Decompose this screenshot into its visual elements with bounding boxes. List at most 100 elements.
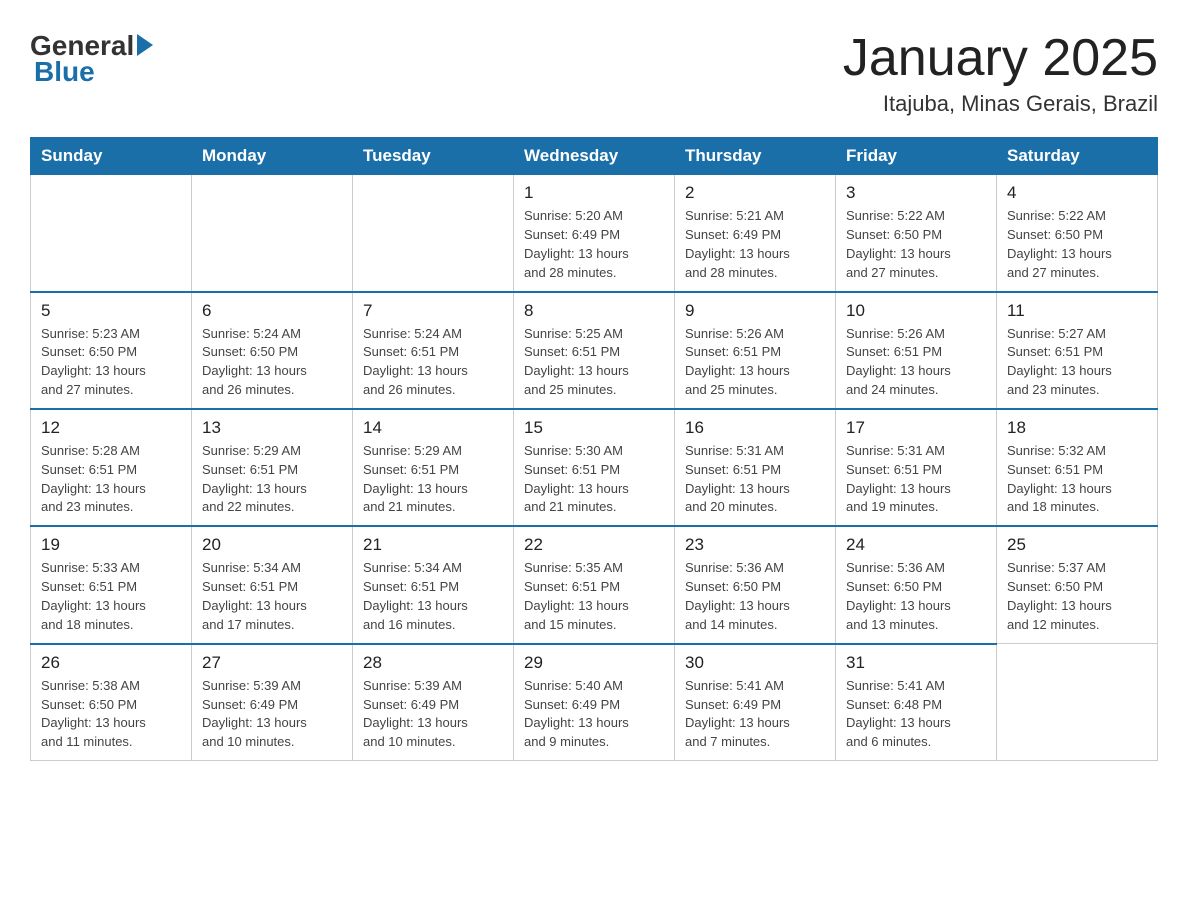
calendar-cell: 6 Sunrise: 5:24 AMSunset: 6:50 PMDaylight… <box>192 292 353 409</box>
day-info: Sunrise: 5:32 AMSunset: 6:51 PMDaylight:… <box>1007 442 1147 517</box>
calendar-week-2: 5 Sunrise: 5:23 AMSunset: 6:50 PMDaylight… <box>31 292 1158 409</box>
calendar-cell: 30 Sunrise: 5:41 AMSunset: 6:49 PMDayligh… <box>675 644 836 761</box>
calendar-cell <box>997 644 1158 761</box>
day-number: 19 <box>41 535 181 555</box>
day-info: Sunrise: 5:30 AMSunset: 6:51 PMDaylight:… <box>524 442 664 517</box>
calendar-cell: 24Sunrise: 5:36 AMSunset: 6:50 PMDayligh… <box>836 526 997 643</box>
column-header-saturday: Saturday <box>997 138 1158 175</box>
day-info: Sunrise: 5:41 AMSunset: 6:48 PMDaylight:… <box>846 677 986 752</box>
day-info: Sunrise: 5:20 AMSunset: 6:49 PMDaylight:… <box>524 207 664 282</box>
day-info: Sunrise: 5:29 AMSunset: 6:51 PMDaylight:… <box>202 442 342 517</box>
calendar-cell: 1Sunrise: 5:20 AMSunset: 6:49 PMDaylight… <box>514 175 675 292</box>
calendar-cell: 11 Sunrise: 5:27 AMSunset: 6:51 PMDayligh… <box>997 292 1158 409</box>
calendar-cell: 25 Sunrise: 5:37 AMSunset: 6:50 PMDayligh… <box>997 526 1158 643</box>
day-info: Sunrise: 5:39 AMSunset: 6:49 PMDaylight:… <box>202 677 342 752</box>
calendar-cell <box>192 175 353 292</box>
day-info: Sunrise: 5:26 AMSunset: 6:51 PMDaylight:… <box>685 325 825 400</box>
calendar-subtitle: Itajuba, Minas Gerais, Brazil <box>843 91 1158 117</box>
day-info: Sunrise: 5:36 AMSunset: 6:50 PMDaylight:… <box>685 559 825 634</box>
day-info: Sunrise: 5:37 AMSunset: 6:50 PMDaylight:… <box>1007 559 1147 634</box>
day-info: Sunrise: 5:34 AMSunset: 6:51 PMDaylight:… <box>363 559 503 634</box>
calendar-header-row: SundayMondayTuesdayWednesdayThursdayFrid… <box>31 138 1158 175</box>
calendar-week-5: 26Sunrise: 5:38 AMSunset: 6:50 PMDayligh… <box>31 644 1158 761</box>
calendar-cell: 3 Sunrise: 5:22 AMSunset: 6:50 PMDaylight… <box>836 175 997 292</box>
day-info: Sunrise: 5:22 AMSunset: 6:50 PMDaylight:… <box>1007 207 1147 282</box>
day-number: 18 <box>1007 418 1147 438</box>
column-header-monday: Monday <box>192 138 353 175</box>
day-number: 28 <box>363 653 503 673</box>
calendar-cell: 12Sunrise: 5:28 AMSunset: 6:51 PMDayligh… <box>31 409 192 526</box>
day-number: 26 <box>41 653 181 673</box>
calendar-cell: 5 Sunrise: 5:23 AMSunset: 6:50 PMDaylight… <box>31 292 192 409</box>
day-number: 3 <box>846 183 986 203</box>
calendar-cell: 16 Sunrise: 5:31 AMSunset: 6:51 PMDayligh… <box>675 409 836 526</box>
day-number: 2 <box>685 183 825 203</box>
day-info: Sunrise: 5:36 AMSunset: 6:50 PMDaylight:… <box>846 559 986 634</box>
day-info: Sunrise: 5:41 AMSunset: 6:49 PMDaylight:… <box>685 677 825 752</box>
day-info: Sunrise: 5:24 AMSunset: 6:50 PMDaylight:… <box>202 325 342 400</box>
day-number: 25 <box>1007 535 1147 555</box>
day-number: 4 <box>1007 183 1147 203</box>
day-info: Sunrise: 5:39 AMSunset: 6:49 PMDaylight:… <box>363 677 503 752</box>
day-number: 16 <box>685 418 825 438</box>
calendar-cell: 28 Sunrise: 5:39 AMSunset: 6:49 PMDayligh… <box>353 644 514 761</box>
day-number: 5 <box>41 301 181 321</box>
calendar-cell: 9 Sunrise: 5:26 AMSunset: 6:51 PMDaylight… <box>675 292 836 409</box>
day-number: 10 <box>846 301 986 321</box>
column-header-sunday: Sunday <box>31 138 192 175</box>
calendar-cell: 21 Sunrise: 5:34 AMSunset: 6:51 PMDayligh… <box>353 526 514 643</box>
calendar-cell: 8 Sunrise: 5:25 AMSunset: 6:51 PMDaylight… <box>514 292 675 409</box>
day-number: 22 <box>524 535 664 555</box>
day-info: Sunrise: 5:24 AMSunset: 6:51 PMDaylight:… <box>363 325 503 400</box>
day-number: 12 <box>41 418 181 438</box>
calendar-cell: 10Sunrise: 5:26 AMSunset: 6:51 PMDayligh… <box>836 292 997 409</box>
calendar-cell: 4 Sunrise: 5:22 AMSunset: 6:50 PMDaylight… <box>997 175 1158 292</box>
day-number: 6 <box>202 301 342 321</box>
column-header-friday: Friday <box>836 138 997 175</box>
day-info: Sunrise: 5:22 AMSunset: 6:50 PMDaylight:… <box>846 207 986 282</box>
calendar-cell: 20Sunrise: 5:34 AMSunset: 6:51 PMDayligh… <box>192 526 353 643</box>
logo-triangle-icon <box>137 34 153 56</box>
day-number: 17 <box>846 418 986 438</box>
page-header: General Blue January 2025 Itajuba, Minas… <box>30 30 1158 117</box>
day-number: 29 <box>524 653 664 673</box>
calendar-cell <box>31 175 192 292</box>
day-info: Sunrise: 5:31 AMSunset: 6:51 PMDaylight:… <box>846 442 986 517</box>
calendar-cell: 17 Sunrise: 5:31 AMSunset: 6:51 PMDayligh… <box>836 409 997 526</box>
calendar-cell: 27 Sunrise: 5:39 AMSunset: 6:49 PMDayligh… <box>192 644 353 761</box>
day-number: 9 <box>685 301 825 321</box>
day-number: 11 <box>1007 301 1147 321</box>
logo-blue-text: Blue <box>34 56 95 88</box>
day-info: Sunrise: 5:33 AMSunset: 6:51 PMDaylight:… <box>41 559 181 634</box>
calendar-cell: 2 Sunrise: 5:21 AMSunset: 6:49 PMDaylight… <box>675 175 836 292</box>
day-info: Sunrise: 5:23 AMSunset: 6:50 PMDaylight:… <box>41 325 181 400</box>
day-info: Sunrise: 5:25 AMSunset: 6:51 PMDaylight:… <box>524 325 664 400</box>
calendar-cell: 13Sunrise: 5:29 AMSunset: 6:51 PMDayligh… <box>192 409 353 526</box>
day-info: Sunrise: 5:31 AMSunset: 6:51 PMDaylight:… <box>685 442 825 517</box>
calendar-cell: 22Sunrise: 5:35 AMSunset: 6:51 PMDayligh… <box>514 526 675 643</box>
calendar-table: SundayMondayTuesdayWednesdayThursdayFrid… <box>30 137 1158 761</box>
day-number: 27 <box>202 653 342 673</box>
calendar-week-3: 12Sunrise: 5:28 AMSunset: 6:51 PMDayligh… <box>31 409 1158 526</box>
calendar-cell: 29 Sunrise: 5:40 AMSunset: 6:49 PMDayligh… <box>514 644 675 761</box>
calendar-cell <box>353 175 514 292</box>
day-number: 23 <box>685 535 825 555</box>
day-number: 30 <box>685 653 825 673</box>
day-number: 15 <box>524 418 664 438</box>
day-info: Sunrise: 5:27 AMSunset: 6:51 PMDaylight:… <box>1007 325 1147 400</box>
calendar-cell: 26Sunrise: 5:38 AMSunset: 6:50 PMDayligh… <box>31 644 192 761</box>
day-info: Sunrise: 5:29 AMSunset: 6:51 PMDaylight:… <box>363 442 503 517</box>
day-number: 8 <box>524 301 664 321</box>
day-info: Sunrise: 5:40 AMSunset: 6:49 PMDaylight:… <box>524 677 664 752</box>
day-number: 20 <box>202 535 342 555</box>
day-number: 21 <box>363 535 503 555</box>
day-info: Sunrise: 5:21 AMSunset: 6:49 PMDaylight:… <box>685 207 825 282</box>
logo: General Blue <box>30 30 153 88</box>
calendar-cell: 14 Sunrise: 5:29 AMSunset: 6:51 PMDayligh… <box>353 409 514 526</box>
calendar-cell: 15 Sunrise: 5:30 AMSunset: 6:51 PMDayligh… <box>514 409 675 526</box>
calendar-cell: 31Sunrise: 5:41 AMSunset: 6:48 PMDayligh… <box>836 644 997 761</box>
column-header-tuesday: Tuesday <box>353 138 514 175</box>
day-number: 7 <box>363 301 503 321</box>
day-number: 14 <box>363 418 503 438</box>
column-header-thursday: Thursday <box>675 138 836 175</box>
